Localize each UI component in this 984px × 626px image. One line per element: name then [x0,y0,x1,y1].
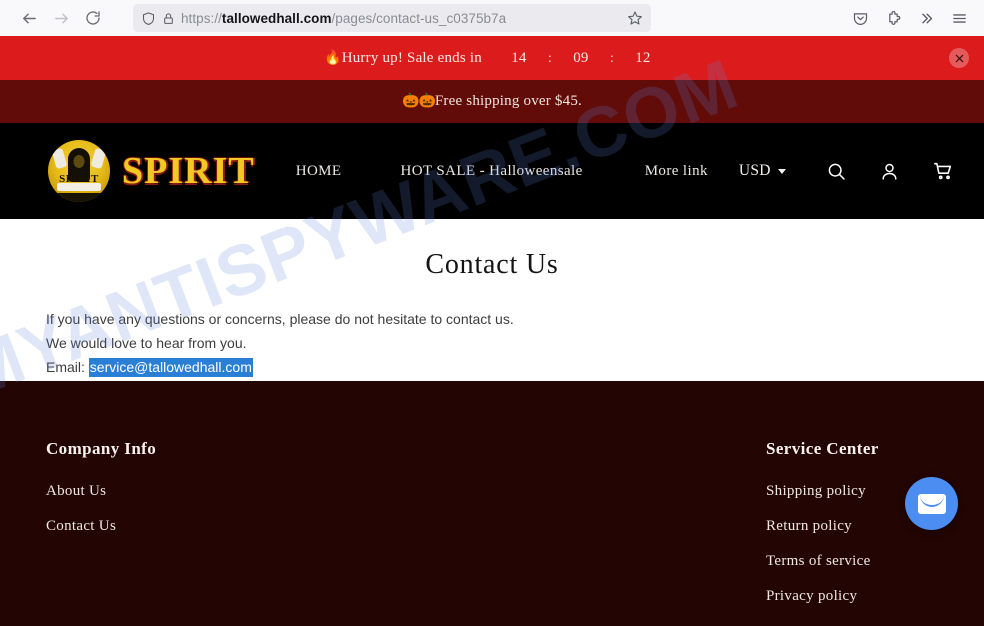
account-icon[interactable] [877,158,903,184]
footer-link-terms-of-service[interactable]: Terms of service [766,553,938,570]
logo-wordmark: SPIRIT [122,150,255,192]
back-button[interactable] [14,3,44,33]
toolbar-right-icons [852,10,974,27]
email-address[interactable]: service@tallowedhall.com [88,358,253,377]
fire-icon: 🔥 [324,50,342,66]
main-content: Contact Us If you have any questions or … [0,219,984,381]
close-icon[interactable] [949,48,969,68]
currency-selector[interactable]: USD [739,162,786,180]
contact-paragraph: If you have any questions or concerns, p… [46,307,938,379]
page-title: Contact Us [425,249,559,280]
shield-icon [141,11,156,26]
hamburger-menu-icon[interactable] [951,10,968,27]
envelope-icon [917,493,946,514]
footer-link-contact-us[interactable]: Contact Us [46,518,156,535]
screenshot-root: https://tallowedhall.com/pages/contact-u… [0,0,984,626]
logo-ribbon [57,183,101,191]
footer-heading-company-info: Company Info [46,439,157,458]
footer-link-about-us[interactable]: About Us [46,483,156,500]
site-header: SPIRIT SPIRIT HOME HOT SALE - Halloweens… [0,123,984,219]
browser-nav-buttons [14,3,108,33]
contact-email-line: Email: service@tallowedhall.com [46,355,938,379]
promo-countdown-content: 🔥 Hurry up! Sale ends in 14: 09: 12 [324,50,660,67]
promo-countdown-banner: 🔥 Hurry up! Sale ends in 14: 09: 12 [0,36,984,80]
countdown-sep-2: : [609,50,614,66]
nav-item-more-link[interactable]: More link [614,163,739,180]
countdown-seconds: 12 [635,49,651,66]
logo-base [48,193,110,202]
pumpkin-icon: 🎃🎃 [402,94,436,109]
reload-button[interactable] [78,3,108,33]
currency-label: USD [738,162,771,179]
website-viewport: 🔥 Hurry up! Sale ends in 14: 09: 12 🎃🎃 Free s… [0,36,984,626]
browser-toolbar: https://tallowedhall.com/pages/contact-u… [0,0,984,36]
search-icon[interactable] [824,158,850,184]
url-domain: tallowedhall.com [221,10,332,26]
countdown-minutes: 09 [573,49,589,66]
promo-shipping-text: Free shipping over $45. [434,93,582,109]
chat-support-button[interactable] [905,477,958,530]
url-text[interactable]: https://tallowedhall.com/pages/contact-u… [181,11,621,26]
main-navigation: HOME HOT SALE - Halloweensale More link [296,163,739,180]
header-actions: USD [739,158,956,184]
site-footer: Company Info About Us Contact Us Service… [0,381,984,626]
skeleton-hand-right-icon [90,147,107,170]
url-scheme: https:// [181,10,222,26]
nav-item-home[interactable]: HOME [296,163,370,180]
footer-link-privacy-policy[interactable]: Privacy policy [766,588,938,605]
lock-icon [162,12,175,25]
promo-shipping-banner: 🎃🎃 Free shipping over $45. [0,80,984,123]
countdown-sep-1: : [547,50,552,66]
promo-countdown-text: Hurry up! Sale ends in [341,49,482,66]
contact-line-2: We would love to hear from you. [46,335,247,351]
site-logo[interactable]: SPIRIT SPIRIT [48,140,255,202]
logo-badge-icon: SPIRIT [48,140,110,202]
footer-heading-service-center: Service Center [766,439,879,458]
footer-columns: Company Info About Us Contact Us Service… [46,381,938,605]
extensions-icon[interactable] [885,10,902,27]
pocket-icon[interactable] [852,10,869,27]
forward-button[interactable] [46,3,76,33]
skeleton-hand-left-icon [51,147,68,170]
double-chevron-icon[interactable] [918,10,935,27]
chevron-down-icon [777,168,786,174]
star-icon[interactable] [621,10,643,26]
url-path: /pages/contact-us_c0375b7a [331,10,507,26]
email-label: Email: [46,359,85,375]
address-bar[interactable]: https://tallowedhall.com/pages/contact-u… [133,4,651,32]
cart-icon[interactable] [930,158,956,184]
nav-item-hot-sale[interactable]: HOT SALE - Halloweensale [369,163,613,180]
countdown-hours: 14 [511,49,527,66]
contact-line-1: If you have any questions or concerns, p… [46,311,514,327]
footer-column-company-info: Company Info About Us Contact Us [46,381,156,605]
